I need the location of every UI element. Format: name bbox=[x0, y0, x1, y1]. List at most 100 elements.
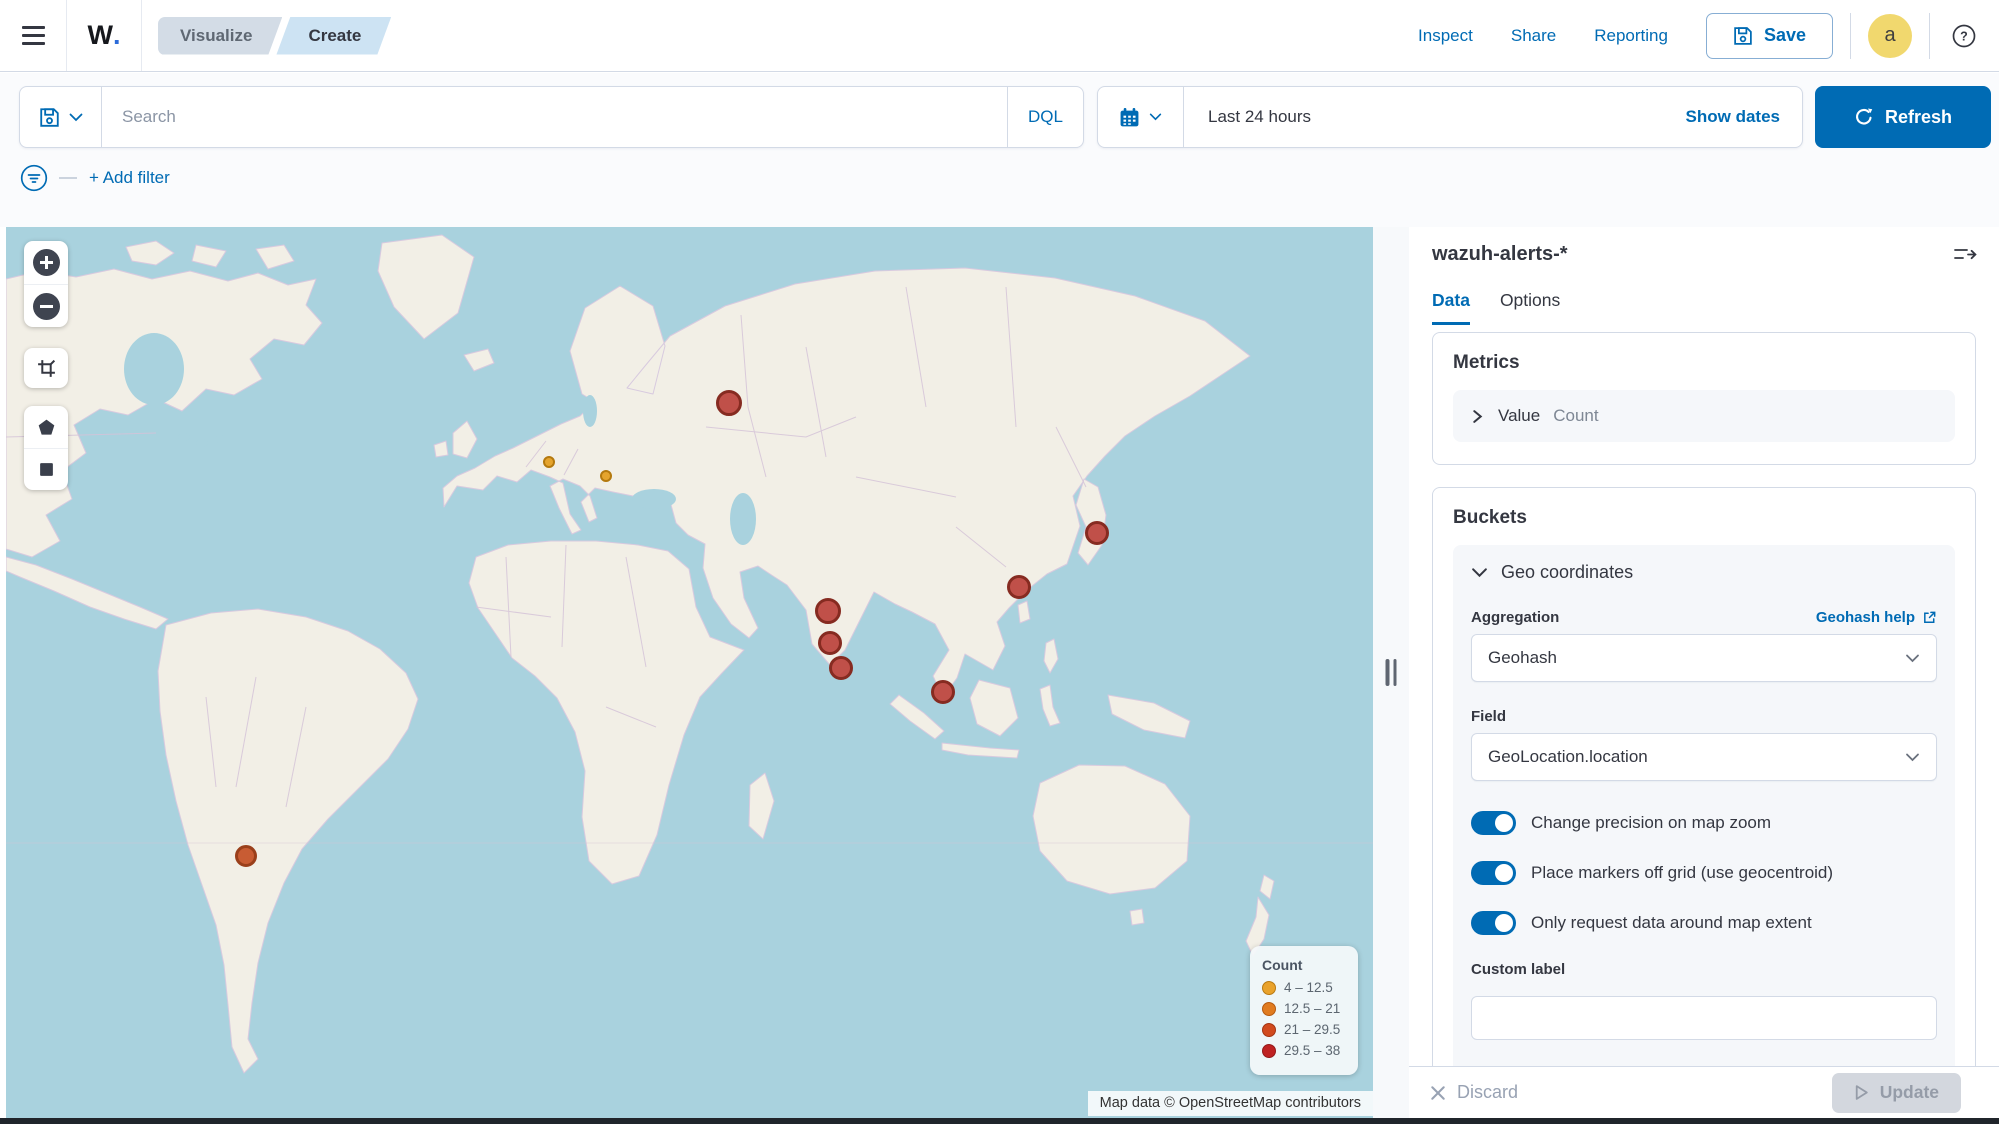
chevron-down-icon bbox=[1149, 113, 1162, 121]
map-marker[interactable] bbox=[600, 470, 612, 482]
time-range-value[interactable]: Last 24 hours bbox=[1184, 87, 1311, 147]
discard-button[interactable]: Discard bbox=[1430, 1082, 1518, 1103]
reporting-link[interactable]: Reporting bbox=[1594, 26, 1668, 46]
geo-coordinates-accordion[interactable]: Geo coordinates bbox=[1471, 562, 1937, 583]
header-divider bbox=[141, 0, 142, 71]
legend-item: 4 – 12.5 bbox=[1262, 980, 1346, 995]
top-header: W. Visualize Create Inspect Share Report… bbox=[0, 0, 1999, 72]
field-select[interactable]: GeoLocation.location bbox=[1471, 733, 1937, 781]
collapse-panel-icon[interactable] bbox=[1953, 245, 1977, 265]
map-marker[interactable] bbox=[829, 656, 853, 680]
legend-swatch bbox=[1262, 1044, 1276, 1058]
map-marker[interactable] bbox=[716, 390, 742, 416]
minus-icon bbox=[33, 293, 60, 320]
help-icon[interactable]: ? bbox=[1949, 21, 1979, 51]
tab-data[interactable]: Data bbox=[1432, 290, 1470, 325]
map-marker[interactable] bbox=[543, 456, 555, 468]
zoom-controls bbox=[24, 241, 68, 327]
calendar-icon bbox=[1119, 107, 1140, 128]
buckets-heading: Buckets bbox=[1453, 507, 1955, 529]
filter-bar: + Add filter bbox=[19, 163, 170, 193]
chevron-down-icon bbox=[69, 113, 83, 122]
map-attribution: Map data © OpenStreetMap contributors bbox=[1088, 1091, 1373, 1116]
resizer-grip-icon bbox=[1386, 659, 1397, 686]
legend-item: 12.5 – 21 bbox=[1262, 1001, 1346, 1016]
map-marker[interactable] bbox=[818, 631, 842, 655]
legend-swatch bbox=[1262, 1023, 1276, 1037]
legend-title: Count bbox=[1262, 957, 1346, 973]
chevron-down-icon bbox=[1905, 654, 1920, 663]
draw-rectangle-button[interactable] bbox=[24, 448, 68, 490]
map-marker[interactable] bbox=[931, 680, 955, 704]
geohash-help-link[interactable]: Geohash help bbox=[1816, 609, 1937, 626]
menu-icon[interactable] bbox=[0, 0, 66, 72]
polygon-icon bbox=[37, 418, 56, 437]
zoom-in-button[interactable] bbox=[24, 241, 68, 284]
chevron-down-icon bbox=[1471, 567, 1488, 578]
breadcrumb-create[interactable]: Create bbox=[276, 17, 391, 55]
rectangle-icon bbox=[38, 461, 55, 478]
aggregation-select[interactable]: Geohash bbox=[1471, 634, 1937, 682]
header-divider bbox=[1929, 13, 1930, 59]
metric-agg: Count bbox=[1553, 406, 1598, 426]
show-dates-link[interactable]: Show dates bbox=[1686, 87, 1802, 147]
legend-swatch bbox=[1262, 981, 1276, 995]
toggle-switch[interactable] bbox=[1471, 911, 1516, 935]
breadcrumb-visualize[interactable]: Visualize bbox=[158, 17, 282, 55]
breadcrumb: Visualize Create bbox=[158, 17, 391, 55]
avatar[interactable]: a bbox=[1868, 14, 1912, 58]
saved-query-menu-button[interactable] bbox=[20, 87, 102, 147]
add-filter-button[interactable]: + Add filter bbox=[89, 168, 170, 188]
inspect-link[interactable]: Inspect bbox=[1418, 26, 1473, 46]
filter-dash bbox=[59, 177, 77, 179]
toggle-label: Change precision on map zoom bbox=[1531, 813, 1771, 833]
fit-data-bounds-button[interactable] bbox=[24, 348, 68, 388]
custom-label-label: Custom label bbox=[1471, 961, 1937, 978]
legend-label: 21 – 29.5 bbox=[1284, 1022, 1340, 1037]
map-legend: Count 4 – 12.5 12.5 – 21 21 – 29.5 29.5 – 3… bbox=[1250, 946, 1358, 1075]
legend-item: 29.5 – 38 bbox=[1262, 1043, 1346, 1058]
refresh-button[interactable]: Refresh bbox=[1815, 86, 1991, 148]
search-input[interactable] bbox=[102, 87, 1007, 147]
tab-options[interactable]: Options bbox=[1500, 290, 1560, 325]
fit-bounds-control bbox=[24, 348, 68, 388]
share-link[interactable]: Share bbox=[1511, 26, 1556, 46]
coordinate-map[interactable]: Count 4 – 12.5 12.5 – 21 21 – 29.5 29.5 – 3… bbox=[6, 227, 1373, 1124]
dql-button[interactable]: DQL bbox=[1007, 87, 1083, 147]
index-pattern-title: wazuh-alerts-* bbox=[1432, 243, 1568, 266]
toggle-row[interactable]: Change precision on map zoom bbox=[1471, 811, 1937, 835]
custom-label-input[interactable] bbox=[1471, 996, 1937, 1040]
map-marker[interactable] bbox=[1007, 575, 1031, 599]
date-picker: Last 24 hours Show dates bbox=[1097, 86, 1803, 148]
chevron-right-icon bbox=[1470, 409, 1485, 424]
editor-body: Metrics Value Count Buckets Geo coordina… bbox=[1432, 332, 1976, 1066]
legend-label: 29.5 – 38 bbox=[1284, 1043, 1340, 1058]
toggle-row[interactable]: Place markers off grid (use geocentroid) bbox=[1471, 861, 1937, 885]
filter-icon[interactable] bbox=[19, 163, 49, 193]
world-basemap bbox=[6, 227, 1373, 1124]
geo-coordinates-bucket: Geo coordinates Aggregation Geohash help… bbox=[1453, 545, 1955, 1066]
wazuh-logo[interactable]: W. bbox=[67, 20, 141, 51]
calendar-menu-button[interactable] bbox=[1098, 87, 1184, 147]
panel-resizer[interactable] bbox=[1373, 227, 1409, 1124]
draw-polygon-button[interactable] bbox=[24, 406, 68, 448]
query-strip: DQL Last 24 hours Show dat bbox=[0, 73, 1999, 227]
toggle-row[interactable]: Only request data around map extent bbox=[1471, 911, 1937, 935]
crop-icon bbox=[36, 358, 57, 379]
save-button[interactable]: Save bbox=[1706, 13, 1833, 59]
map-marker[interactable] bbox=[815, 598, 841, 624]
draw-controls bbox=[24, 406, 68, 490]
aggregation-label: Aggregation bbox=[1471, 609, 1559, 626]
metric-value-count-row[interactable]: Value Count bbox=[1453, 390, 1955, 442]
toggle-options: Change precision on map zoom Place marker… bbox=[1471, 811, 1937, 935]
map-marker[interactable] bbox=[1085, 521, 1109, 545]
chevron-down-icon bbox=[1905, 753, 1920, 762]
update-button[interactable]: Update bbox=[1832, 1073, 1961, 1113]
editor-tabs: Data Options bbox=[1409, 266, 1999, 325]
field-label: Field bbox=[1471, 708, 1937, 725]
refresh-icon bbox=[1854, 107, 1874, 127]
toggle-switch[interactable] bbox=[1471, 811, 1516, 835]
zoom-out-button[interactable] bbox=[24, 284, 68, 327]
toggle-switch[interactable] bbox=[1471, 861, 1516, 885]
map-marker[interactable] bbox=[235, 845, 257, 867]
